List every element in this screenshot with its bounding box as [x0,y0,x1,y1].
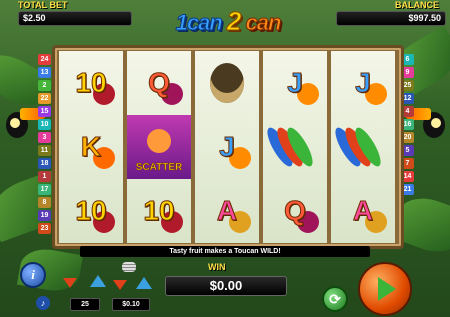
reel-symbol: J [195,115,259,179]
reel-symbol: 10 [59,179,123,243]
info-button[interactable]: i [20,262,46,288]
payline-indicator: 10 [38,119,51,130]
lines-increase-icon[interactable] [90,275,106,287]
reel-4: JQ [262,51,327,243]
feathers-symbol [262,115,327,179]
payline-indicator: 8 [38,197,51,208]
payline-indicator: 18 [38,158,51,169]
logo-part-2: 2 [226,6,242,37]
balance-label: BALANCE [395,0,439,10]
toucan-wild-symbol [195,51,259,115]
payline-indicator: 19 [38,210,51,221]
payline-indicator: 13 [38,67,51,78]
coin-decrease-icon[interactable] [113,280,127,290]
payline-indicator: 17 [38,184,51,195]
symbol-letter: Q [148,67,171,99]
payline-indicators-left: 24 13 2 22 15 10 3 11 18 1 17 8 19 23 [38,54,51,236]
logo-part-3: can [245,10,282,36]
win-amount: $0.00 [165,276,287,296]
coin-increase-icon[interactable] [136,277,152,289]
reel-symbol: Q [127,51,191,115]
symbol-letter: A [352,195,374,227]
payline-indicator: 23 [38,223,51,234]
symbol-letter: J [355,67,372,99]
payline-indicator: 15 [38,106,51,117]
payline-indicator: 11 [38,145,51,156]
balance-value: $997.50 [336,11,446,26]
reel-symbol: Q [263,179,327,243]
sound-icon[interactable]: ♪ [36,296,50,310]
reel-2: Q SCATTER 10 [127,51,191,243]
total-bet-label: TOTAL BET [18,0,68,10]
payline-indicator: 2 [38,80,51,91]
toucan-icon [210,63,244,103]
sunset-icon [147,129,171,153]
reel-symbol: K [59,115,123,179]
autoplay-button[interactable]: ⟳ [322,286,348,312]
spin-button[interactable] [358,262,412,316]
symbol-letter: J [219,131,236,163]
win-label: WIN [208,262,226,272]
reel-frame: 10 K 10 Q SCATTER 10 JA JQ JA [52,45,404,249]
symbol-letter: 10 [143,195,175,227]
reel-symbol: 10 [59,51,123,115]
payline-indicator: 22 [38,93,51,104]
payline-indicator: 1 [38,171,51,182]
reel-5: JA [330,51,395,243]
reel-3: JA [195,51,259,243]
reel-1: 10 K 10 [59,51,123,243]
symbol-letter: 10 [75,195,107,227]
reel-symbol: J [331,51,395,115]
reel-symbol: SCATTER [127,115,191,179]
reel-symbol: A [331,179,395,243]
symbol-letter: 10 [75,67,107,99]
lines-value: 25 [70,298,100,311]
game-logo: 1can 2 can [128,6,328,37]
symbol-letter: K [80,131,102,163]
payline-indicator: 24 [38,54,51,65]
reel-symbol: A [195,179,259,243]
lines-decrease-icon[interactable] [63,278,77,288]
symbol-letter: Q [284,195,307,227]
symbol-letter: J [287,67,304,99]
logo-part-1: 1can [175,10,223,36]
symbol-letter: A [216,195,238,227]
feathers-symbol [330,115,395,179]
scatter-label: SCATTER [135,162,183,174]
reel-symbol: 10 [127,179,191,243]
payline-indicator: 3 [38,132,51,143]
info-message: Tasty fruit makes a Toucan WILD! [80,246,370,257]
total-bet-value: $2.50 [18,11,132,26]
play-icon [378,277,396,301]
reel-symbol: J [263,51,327,115]
coin-value: $0.10 [112,298,150,311]
coin-stack-icon [122,262,136,272]
